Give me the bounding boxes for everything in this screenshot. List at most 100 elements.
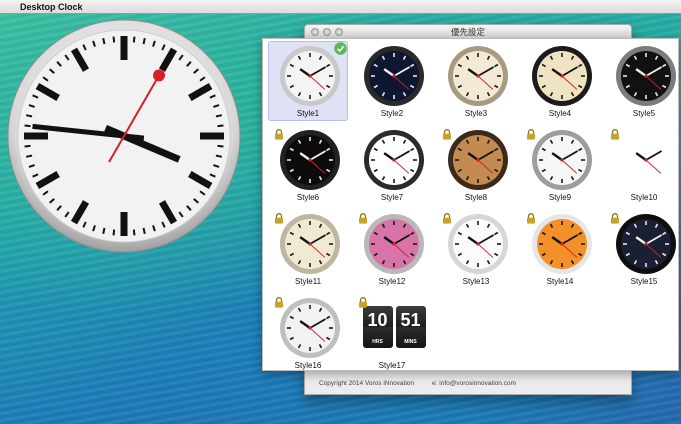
minute-marker: [25, 154, 33, 158]
clock-face-preview: [280, 46, 340, 106]
style-option-style16[interactable]: Style16: [268, 293, 348, 373]
style-option-style8[interactable]: Style8: [436, 125, 516, 205]
flip-hours-card: 10 HRS: [362, 306, 393, 348]
style-label: Style10: [630, 193, 658, 202]
preview-center-cap: [644, 158, 648, 162]
style-option-style14[interactable]: Style14: [520, 209, 600, 289]
email-text: e: info@vorosinnovation.com: [432, 379, 516, 387]
style-label: Style13: [462, 277, 490, 286]
clock-face-preview: [280, 298, 340, 358]
minute-marker: [132, 229, 136, 236]
style-label: Style3: [464, 109, 488, 118]
clock-face-preview: [364, 46, 424, 106]
style-label: Style4: [548, 109, 572, 118]
flip-clock-preview: 10 HRS 51 MINS: [362, 306, 426, 350]
style-option-style6[interactable]: Style6: [268, 125, 348, 205]
lock-icon: [275, 129, 283, 140]
style-label: Style1: [296, 109, 320, 118]
minute-marker: [112, 229, 116, 236]
clock-face-preview: [532, 46, 592, 106]
minute-marker: [24, 144, 31, 148]
flip-hours-value: 10: [367, 310, 388, 330]
style-label: Style6: [296, 193, 320, 202]
clock-face-preview: [280, 130, 340, 190]
style-label: Style2: [380, 109, 404, 118]
style-label: Style14: [546, 277, 574, 286]
style-label: Style15: [630, 277, 658, 286]
preview-center-cap: [308, 74, 312, 78]
minute-marker: [102, 227, 106, 235]
preview-center-cap: [476, 158, 480, 162]
window-title: 優先設定: [450, 28, 485, 38]
minute-marker: [217, 144, 224, 148]
style-option-style2[interactable]: Style2: [352, 41, 432, 121]
style-label: Style8: [464, 193, 488, 202]
clock-face-preview: [448, 214, 508, 274]
minute-marker: [24, 124, 31, 128]
preview-center-cap: [560, 158, 564, 162]
style-option-style1[interactable]: Style1: [268, 41, 348, 121]
style-option-style7[interactable]: Style7: [352, 125, 432, 205]
lock-icon: [359, 297, 367, 308]
lock-icon: [611, 213, 619, 224]
minute-marker: [112, 36, 116, 43]
flip-hours-label: HRS: [372, 339, 383, 345]
style-label: Style7: [380, 193, 404, 202]
style-option-style12[interactable]: Style12: [352, 209, 432, 289]
clock-face-preview: [448, 46, 508, 106]
second-hand-dot: [153, 69, 165, 82]
desktop-clock[interactable]: [6, 18, 242, 254]
flip-minutes-label: MINS: [404, 339, 417, 345]
minute-marker: [25, 114, 33, 118]
clock-face-preview: [364, 214, 424, 274]
minute-marker: [142, 37, 146, 45]
style-option-style10[interactable]: Style10: [604, 125, 681, 205]
style-option-style11[interactable]: Style11: [268, 209, 348, 289]
preview-center-cap: [476, 242, 480, 246]
clock-face-preview: [532, 130, 592, 190]
minute-marker: [215, 114, 223, 118]
clock-face-preview: [532, 214, 592, 274]
minute-marker: [142, 227, 146, 235]
clock-face-preview: [616, 130, 676, 190]
clock-face-preview: [616, 214, 676, 274]
flip-minutes-card: 51 MINS: [395, 306, 426, 348]
lock-icon: [527, 129, 535, 140]
preview-center-cap: [308, 242, 312, 246]
style-option-style3[interactable]: Style3: [436, 41, 516, 121]
style-label: Style12: [378, 277, 406, 286]
preview-center-cap: [392, 242, 396, 246]
style-option-style5[interactable]: Style5: [604, 41, 681, 121]
style-option-style13[interactable]: Style13: [436, 209, 516, 289]
preview-center-cap: [644, 74, 648, 78]
style-label: Style9: [548, 193, 572, 202]
preview-center-cap: [308, 158, 312, 162]
copyright-text: Copyright 2014 Voros iNnovation: [319, 379, 415, 387]
clock-styles-panel: Style1 Style2 Style3 Style4 Style5 Style6 Styl…: [262, 38, 679, 371]
style-option-style4[interactable]: Style4: [520, 41, 600, 121]
style-option-style9[interactable]: Style9: [520, 125, 600, 205]
clock-face-preview: [280, 214, 340, 274]
preview-center-cap: [560, 74, 564, 78]
preview-center-cap: [644, 242, 648, 246]
clock-face-preview: [616, 46, 676, 106]
style-option-style17[interactable]: 10 HRS 51 MINS Style17: [352, 293, 432, 373]
clock-face-preview: [448, 130, 508, 190]
window-footer: Copyright 2014 Voros iNnovation e: info@…: [305, 372, 631, 394]
menu-bar: Desktop Clock: [0, 0, 681, 14]
lock-icon: [275, 213, 283, 224]
style-label: Style17: [378, 361, 406, 370]
preview-center-cap: [392, 158, 396, 162]
preview-center-cap: [392, 74, 396, 78]
minute-marker: [215, 154, 223, 158]
style-label: Style11: [294, 277, 322, 286]
lock-icon: [275, 297, 283, 308]
style-label: Style16: [294, 361, 322, 370]
clock-face-preview: [364, 130, 424, 190]
lock-icon: [443, 129, 451, 140]
lock-icon: [611, 129, 619, 140]
style-option-style15[interactable]: Style15: [604, 209, 681, 289]
window-titlebar[interactable]: 優先設定: [305, 25, 631, 39]
app-menu-title[interactable]: Desktop Clock: [20, 2, 83, 12]
style-label: Style5: [632, 109, 656, 118]
